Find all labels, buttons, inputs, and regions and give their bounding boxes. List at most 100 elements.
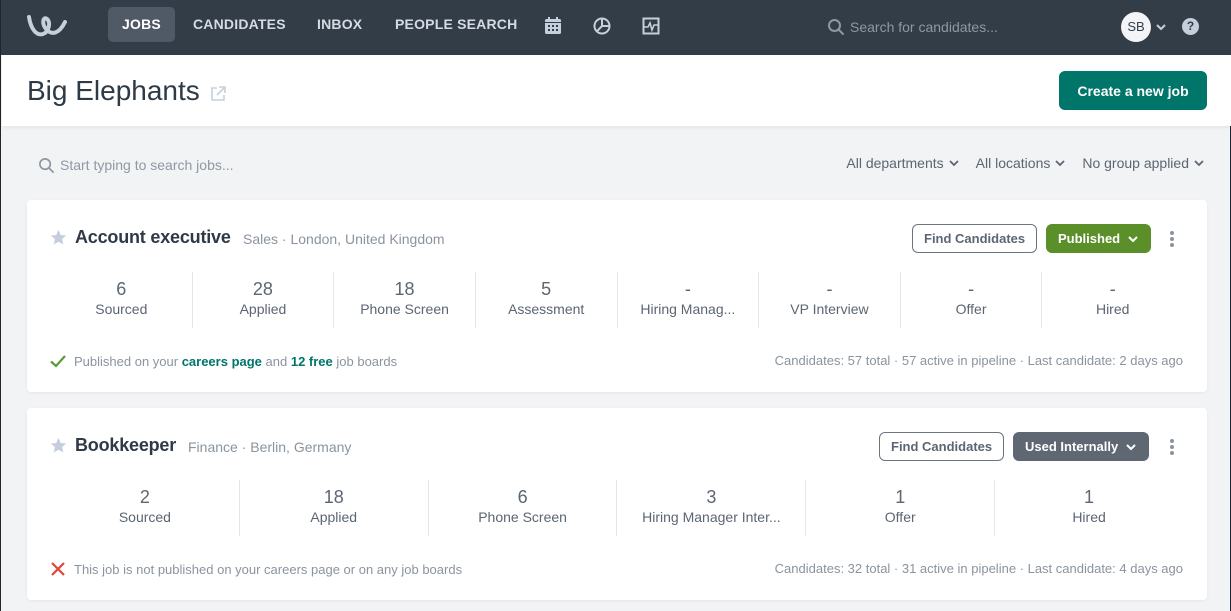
department-filter[interactable]: All departments: [846, 155, 959, 171]
user-avatar[interactable]: SB: [1121, 12, 1151, 42]
pipeline-stage[interactable]: 18 Phone Screen: [333, 272, 475, 328]
more-options-icon[interactable]: [1164, 229, 1180, 249]
pipeline-stage[interactable]: 3 Hiring Manager Inter...: [616, 480, 805, 536]
stage-label: Applied: [310, 509, 358, 525]
search-icon: [39, 157, 54, 173]
stage-count: 18: [323, 487, 344, 507]
stage-count: 6: [116, 279, 127, 299]
help-icon[interactable]: ?: [1182, 18, 1199, 35]
job-meta: Sales · London, United Kingdom: [243, 231, 445, 247]
pipeline-stages: 2 Sourced 18 Applied 6 Phone Screen 3 Hiring…: [51, 480, 1183, 536]
candidate-search-input[interactable]: [850, 19, 1070, 35]
location-filter-label: All locations: [975, 155, 1051, 171]
nav-people-search[interactable]: PEOPLE SEARCH: [381, 7, 531, 42]
job-boards-link[interactable]: 12 free: [291, 354, 333, 369]
pipeline-stage[interactable]: - VP Interview: [758, 272, 900, 328]
stage-label: VP Interview: [790, 301, 869, 317]
job-search: [38, 154, 438, 176]
group-filter-label: No group applied: [1082, 155, 1189, 171]
group-filter[interactable]: No group applied: [1082, 155, 1205, 171]
stage-label: Offer: [955, 301, 987, 317]
stage-count: -: [826, 279, 833, 299]
job-meta: Finance · Berlin, Germany: [188, 439, 352, 455]
candidate-search: [827, 14, 1087, 40]
star-icon[interactable]: [50, 229, 67, 246]
more-options-icon[interactable]: [1164, 437, 1180, 457]
pipeline-stage[interactable]: 6 Phone Screen: [427, 480, 617, 536]
chevron-down-icon: [1055, 160, 1065, 167]
stage-label: Sourced: [118, 509, 171, 525]
stage-label: Assessment: [508, 301, 585, 317]
external-link-icon[interactable]: [209, 85, 227, 103]
pipeline-stage[interactable]: 18 Applied: [238, 480, 428, 536]
chevron-down-icon: [1194, 160, 1204, 167]
job-status-dropdown[interactable]: Published: [1046, 224, 1152, 253]
stage-count: 6: [517, 487, 528, 507]
pipeline-stage[interactable]: 1 Offer: [805, 480, 994, 536]
stage-label: Offer: [884, 509, 916, 525]
create-job-button[interactable]: Create a new job: [1059, 71, 1207, 110]
job-title[interactable]: Bookkeeper: [75, 435, 176, 456]
app-frame: JOBS CANDIDATES INBOX PEOPLE SEARCH Sear…: [0, 0, 1231, 611]
job-filters: All departments All locations No group a…: [846, 155, 1205, 171]
pipeline-stage[interactable]: 28 Applied: [191, 272, 334, 328]
publish-text: Published on your: [74, 353, 182, 369]
pipeline-stage[interactable]: 6 Sourced: [51, 272, 192, 328]
workable-logo-icon[interactable]: [25, 12, 73, 40]
nav-inbox[interactable]: INBOX: [303, 7, 376, 42]
pipeline-stage[interactable]: - Hired: [1041, 272, 1183, 328]
job-card: Account executive Sales · London, United…: [27, 200, 1207, 392]
stage-count: 2: [139, 487, 150, 507]
stage-count: 28: [252, 279, 273, 299]
reports-pie-icon[interactable]: [592, 16, 612, 36]
chevron-down-icon: [1128, 235, 1138, 242]
chevron-down-icon: [949, 160, 959, 167]
pipeline-stages: 6 Sourced 28 Applied 18 Phone Screen 5 Asses…: [51, 272, 1183, 328]
page-title: Big Elephants: [27, 75, 200, 106]
pipeline-stage[interactable]: 2 Sourced: [51, 480, 239, 536]
job-title[interactable]: Account executive: [75, 227, 231, 248]
publish-text: This job is not published on your career…: [74, 561, 463, 577]
checkmark-icon: [50, 355, 66, 368]
job-status-dropdown[interactable]: Used Internally: [1013, 432, 1150, 461]
publish-status: Published on your careers page and 12 fr…: [49, 352, 397, 370]
candidate-summary: Candidates: 57 total · 57 active in pipe…: [774, 353, 1183, 368]
stage-label: Applied: [239, 301, 287, 317]
analytics-chart-icon[interactable]: [641, 16, 661, 36]
star-icon[interactable]: [50, 437, 67, 454]
stage-count: 5: [541, 279, 552, 299]
stage-label: Phone Screen: [360, 301, 449, 317]
publish-status: This job is not published on your career…: [49, 560, 462, 578]
pipeline-stage[interactable]: - Offer: [899, 272, 1042, 328]
department-filter-label: All departments: [846, 155, 944, 171]
find-candidates-button[interactable]: Find Candidates: [912, 224, 1038, 253]
stage-count: -: [968, 279, 975, 299]
job-search-input[interactable]: [60, 157, 420, 173]
calendar-icon[interactable]: [543, 16, 563, 36]
pipeline-stage[interactable]: 1 Hired: [994, 480, 1183, 536]
stage-label: Hiring Manag...: [640, 301, 736, 317]
job-status-label: Published: [1058, 231, 1121, 246]
stage-label: Sourced: [95, 301, 148, 317]
pipeline-stage[interactable]: 5 Assessment: [474, 272, 617, 328]
chevron-down-icon[interactable]: [1154, 20, 1168, 34]
location-filter[interactable]: All locations: [976, 155, 1067, 171]
stage-count: 18: [394, 279, 415, 299]
nav-jobs[interactable]: JOBS: [108, 7, 175, 42]
stage-count: 1: [1084, 487, 1095, 507]
publish-text: and: [261, 353, 291, 369]
stage-count: 3: [706, 487, 717, 507]
stage-label: Hiring Manager Inter...: [642, 509, 781, 525]
cross-icon: [51, 562, 65, 576]
chevron-down-icon: [1126, 443, 1136, 450]
stage-label: Hired: [1095, 301, 1130, 317]
stage-label: Hired: [1072, 509, 1106, 525]
top-nav: JOBS CANDIDATES INBOX PEOPLE SEARCH Sear…: [1, 0, 1231, 55]
nav-candidates[interactable]: CANDIDATES: [179, 7, 300, 42]
candidate-summary: Candidates: 32 total · 31 active in pipe…: [774, 561, 1183, 576]
find-candidates-button[interactable]: Find Candidates: [879, 432, 1005, 461]
job-card: Bookkeeper Finance · Berlin, Germany Fin…: [27, 408, 1207, 600]
job-status-label: Used Internally: [1025, 439, 1119, 454]
pipeline-stage[interactable]: - Hiring Manag...: [616, 272, 759, 328]
careers-page-link[interactable]: careers page: [182, 354, 262, 369]
